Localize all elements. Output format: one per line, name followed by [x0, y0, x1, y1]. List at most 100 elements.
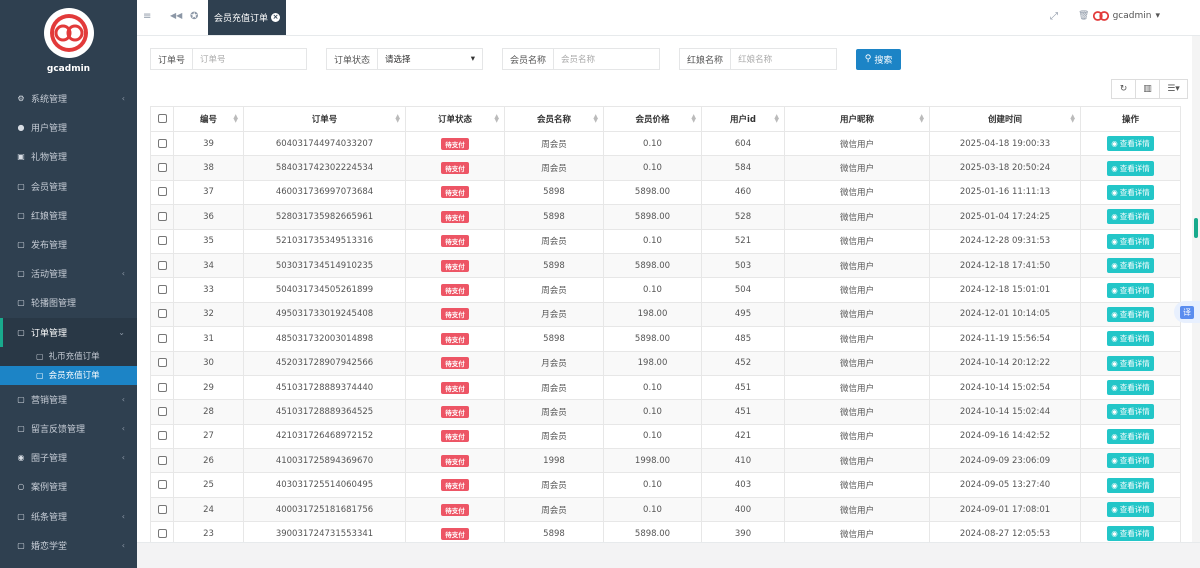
- status-cell: 待支付: [405, 326, 505, 352]
- column-header[interactable]: 订单号 ▲ ▼: [243, 106, 406, 132]
- columns-button[interactable]: ▥: [1135, 79, 1160, 99]
- table-cell: 34: [173, 252, 244, 279]
- search-button[interactable]: ⚲ 搜索: [856, 48, 902, 70]
- view-details-button[interactable]: ◉ 查看详情: [1107, 136, 1154, 152]
- trash-icon[interactable]: 🗑: [1078, 11, 1089, 21]
- column-header[interactable]: 创建时间 ▲ ▼: [929, 106, 1081, 132]
- sidebar-item-4[interactable]: ▢ 红娘管理: [0, 201, 137, 230]
- view-details-button[interactable]: ◉ 查看详情: [1107, 331, 1154, 347]
- view-details-button[interactable]: ◉ 查看详情: [1107, 184, 1154, 200]
- chevron-left-icon: ‹: [121, 423, 125, 433]
- row-select-cell: [150, 374, 174, 401]
- view-details-button[interactable]: ◉ 查看详情: [1107, 160, 1154, 176]
- view-details-button[interactable]: ◉ 查看详情: [1107, 477, 1154, 493]
- eye-icon: ◉: [1111, 358, 1118, 368]
- view-details-button[interactable]: ◉ 查看详情: [1107, 282, 1154, 298]
- column-header[interactable]: 用户昵称 ▲ ▼: [784, 106, 930, 132]
- sidebar-item-7[interactable]: ▢ 轮播图管理: [0, 288, 137, 317]
- view-details-button[interactable]: ◉ 查看详情: [1107, 306, 1154, 322]
- sidebar-item-13[interactable]: ▢ 纸条管理 ‹: [0, 501, 137, 530]
- user-name: gcadmin: [1112, 11, 1152, 21]
- table-cell: 29: [173, 374, 244, 401]
- sidebar-item-12[interactable]: ○ 案例管理: [0, 472, 137, 501]
- chevron-left-icon: ‹: [121, 269, 125, 279]
- sidebar-item-label: 纸条管理: [31, 512, 68, 523]
- row-checkbox[interactable]: [157, 431, 167, 441]
- sidebar-item-2[interactable]: ▣ 礼物管理: [0, 142, 137, 171]
- user-menu[interactable]: gcadmin ▾: [1092, 10, 1160, 22]
- view-details-button[interactable]: ◉ 查看详情: [1107, 209, 1154, 225]
- status-cell: 待支付: [405, 448, 505, 474]
- tab-close-icon[interactable]: ×: [271, 13, 280, 22]
- row-checkbox[interactable]: [157, 358, 167, 368]
- sidebar-subitem-1[interactable]: ▢ 会员充值订单: [0, 365, 137, 385]
- table-cell: 5898.00: [603, 204, 702, 230]
- sidebar-item-6[interactable]: ▢ 活动管理 ‹: [0, 259, 137, 288]
- order-no-input[interactable]: 订单号: [192, 48, 308, 70]
- menu-toggle-icon[interactable]: ≡: [143, 11, 151, 22]
- view-details-button[interactable]: ◉ 查看详情: [1107, 404, 1154, 420]
- matchmaker-name-input[interactable]: 红娘名称: [730, 48, 838, 70]
- sidebar-subitem-0[interactable]: ▢ 礼币充值订单: [0, 347, 137, 366]
- order-status-select[interactable]: 请选择 ▾: [377, 48, 484, 70]
- table-cell: 5898: [504, 204, 604, 230]
- refresh-button[interactable]: ↻: [1111, 79, 1136, 99]
- row-checkbox[interactable]: [157, 187, 167, 197]
- export-button[interactable]: ☰▾: [1159, 79, 1188, 99]
- row-checkbox[interactable]: [157, 480, 167, 490]
- sidebar-item-0[interactable]: ⚙ 系统管理 ‹: [0, 84, 137, 113]
- row-checkbox[interactable]: [157, 333, 167, 343]
- tab-back-icon[interactable]: ◀◀: [170, 11, 182, 20]
- row-checkbox[interactable]: [157, 455, 167, 465]
- home-icon[interactable]: ✪: [190, 11, 198, 22]
- row-checkbox[interactable]: [157, 138, 167, 148]
- column-header[interactable]: 编号 ▲ ▼: [173, 106, 244, 132]
- column-header[interactable]: 用户id ▲ ▼: [701, 106, 785, 132]
- sidebar-item-label: 用户管理: [31, 124, 68, 135]
- page-scrollbar[interactable]: [1192, 36, 1200, 542]
- view-details-button[interactable]: ◉ 查看详情: [1107, 355, 1154, 371]
- sidebar-item-9[interactable]: ▢ 营销管理 ‹: [0, 385, 137, 414]
- scrollbar-thumb[interactable]: [1194, 218, 1198, 238]
- translate-button[interactable]: 译: [1174, 301, 1200, 323]
- column-header[interactable]: 会员名称 ▲ ▼: [504, 106, 604, 132]
- sidebar-item-1[interactable]: ● 用户管理: [0, 113, 137, 142]
- row-checkbox[interactable]: [157, 236, 167, 246]
- row-checkbox[interactable]: [157, 382, 167, 392]
- row-checkbox[interactable]: [157, 528, 167, 538]
- member-name-field: 会员名称 会员名称: [502, 48, 661, 70]
- table-cell: 周会员: [504, 130, 604, 157]
- sidebar-item-3[interactable]: ▢ 会员管理: [0, 172, 137, 201]
- table-cell: 2024-10-14 15:02:54: [929, 374, 1081, 401]
- column-header[interactable]: 会员价格 ▲ ▼: [603, 106, 702, 132]
- view-details-button[interactable]: ◉ 查看详情: [1107, 526, 1154, 542]
- row-checkbox[interactable]: [157, 309, 167, 319]
- row-checkbox[interactable]: [157, 406, 167, 416]
- sidebar-item-11[interactable]: ◉ 圈子管理 ‹: [0, 443, 137, 472]
- view-details-button[interactable]: ◉ 查看详情: [1107, 233, 1154, 249]
- fullscreen-icon[interactable]: ⤢: [1050, 11, 1058, 22]
- select-all-checkbox[interactable]: [157, 114, 167, 123]
- view-details-button[interactable]: ◉ 查看详情: [1107, 428, 1154, 444]
- row-checkbox[interactable]: [157, 285, 167, 295]
- row-checkbox[interactable]: [157, 260, 167, 270]
- view-details-button[interactable]: ◉ 查看详情: [1107, 380, 1154, 396]
- view-details-button[interactable]: ◉ 查看详情: [1107, 258, 1154, 274]
- table-cell: 2024-09-05 13:27:40: [929, 472, 1081, 498]
- column-header[interactable]: 订单状态 ▲ ▼: [405, 106, 505, 132]
- table-cell: 微信用户: [784, 399, 930, 425]
- row-checkbox[interactable]: [157, 163, 167, 173]
- view-details-button[interactable]: ◉ 查看详情: [1107, 453, 1154, 469]
- member-name-input[interactable]: 会员名称: [553, 48, 661, 70]
- view-details-button[interactable]: ◉ 查看详情: [1107, 502, 1154, 518]
- sidebar-item-10[interactable]: ▢ 留言反馈管理 ‹: [0, 414, 137, 443]
- sidebar-item-14[interactable]: ▢ 婚恋学堂 ‹: [0, 531, 137, 560]
- sidebar-item-label: 案例管理: [31, 483, 68, 494]
- sidebar-item-5[interactable]: ▢ 发布管理: [0, 230, 137, 259]
- sidebar-item-8[interactable]: ▢ 订单管理 ⌄: [0, 317, 137, 347]
- row-checkbox[interactable]: [157, 211, 167, 221]
- tab-member-recharge-order[interactable]: 会员充值订单 ×: [208, 0, 286, 35]
- row-checkbox[interactable]: [157, 504, 167, 514]
- row-select-cell: [150, 252, 174, 279]
- copy-icon: ▢: [17, 511, 25, 521]
